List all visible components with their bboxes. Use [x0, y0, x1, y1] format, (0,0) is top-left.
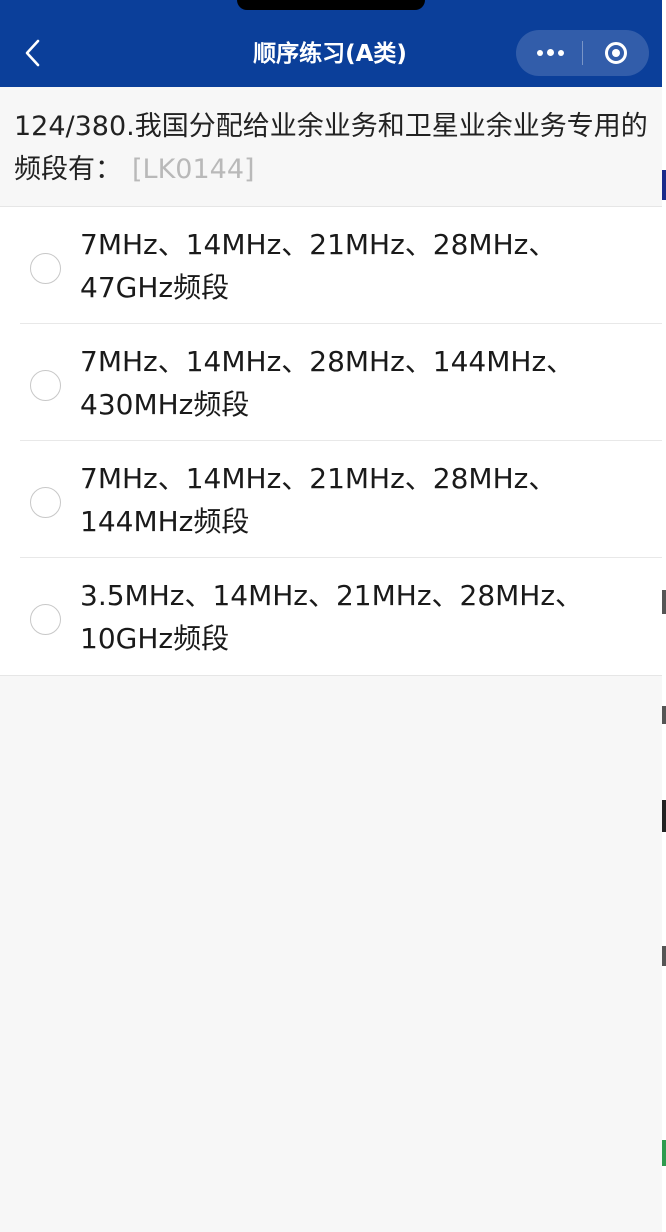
edge-mark [662, 590, 666, 614]
option-2-label: 7MHz、14MHz、28MHz、144MHz、 430MHz频段 [80, 340, 620, 426]
option-1[interactable]: 7MHz、14MHz、21MHz、28MHz、 47GHz频段 [0, 207, 662, 324]
option-2-line1: 7MHz、14MHz、28MHz、144MHz、 [80, 345, 575, 378]
page-title: 顺序练习(A类) [253, 41, 407, 67]
options-list: 7MHz、14MHz、21MHz、28MHz、 47GHz频段 7MHz、14M… [0, 206, 662, 676]
more-dots-icon [558, 50, 564, 56]
chevron-left-icon [25, 39, 40, 67]
phone-notch [237, 0, 425, 10]
radio-button-2[interactable] [30, 370, 61, 401]
edge-mark [662, 170, 666, 200]
option-1-line2: 47GHz频段 [80, 271, 230, 304]
option-1-line1: 7MHz、14MHz、21MHz、28MHz、 [80, 228, 557, 261]
edge-mark [662, 706, 666, 724]
radio-button-3[interactable] [30, 487, 61, 518]
radio-button-4[interactable] [30, 604, 61, 635]
option-3-label: 7MHz、14MHz、21MHz、28MHz、 144MHz频段 [80, 457, 620, 543]
radio-button-1[interactable] [30, 253, 61, 284]
navigation-bar: 顺序练习(A类) [0, 0, 662, 87]
question-code: [LK0144] [132, 154, 255, 185]
edge-mark [662, 946, 666, 966]
option-4[interactable]: 3.5MHz、14MHz、21MHz、28MHz、 10GHz频段 [0, 558, 662, 675]
option-1-label: 7MHz、14MHz、21MHz、28MHz、 47GHz频段 [80, 223, 620, 309]
option-4-line2: 10GHz频段 [80, 622, 230, 655]
question-text: 124/380.我国分配给业余业务和卫星业余业务专用的频段有： [LK0144] [14, 105, 654, 191]
close-miniprogram-button[interactable] [583, 30, 649, 76]
back-button[interactable] [12, 30, 56, 76]
option-4-line1: 3.5MHz、14MHz、21MHz、28MHz、 [80, 579, 584, 612]
target-close-icon-center [612, 49, 620, 57]
option-3[interactable]: 7MHz、14MHz、21MHz、28MHz、 144MHz频段 [0, 441, 662, 558]
edge-mark [662, 1140, 666, 1166]
more-dots-icon [547, 49, 554, 56]
question-number: 124/380. [14, 111, 135, 142]
edge-mark [662, 800, 666, 832]
option-2[interactable]: 7MHz、14MHz、28MHz、144MHz、 430MHz频段 [0, 324, 662, 441]
background-window-edge [662, 0, 666, 1232]
app-screen: 顺序练习(A类) 124/380.我国分配给业余业务和卫星业余业务专用的频段有：… [0, 0, 662, 1232]
option-3-line2: 144MHz频段 [80, 505, 250, 538]
more-button[interactable] [516, 30, 582, 76]
option-2-line2: 430MHz频段 [80, 388, 250, 421]
question-block: 124/380.我国分配给业余业务和卫星业余业务专用的频段有： [LK0144] [0, 87, 662, 206]
option-3-line1: 7MHz、14MHz、21MHz、28MHz、 [80, 462, 557, 495]
more-dots-icon [537, 50, 543, 56]
miniprogram-capsule [516, 30, 649, 76]
option-4-label: 3.5MHz、14MHz、21MHz、28MHz、 10GHz频段 [80, 574, 620, 660]
